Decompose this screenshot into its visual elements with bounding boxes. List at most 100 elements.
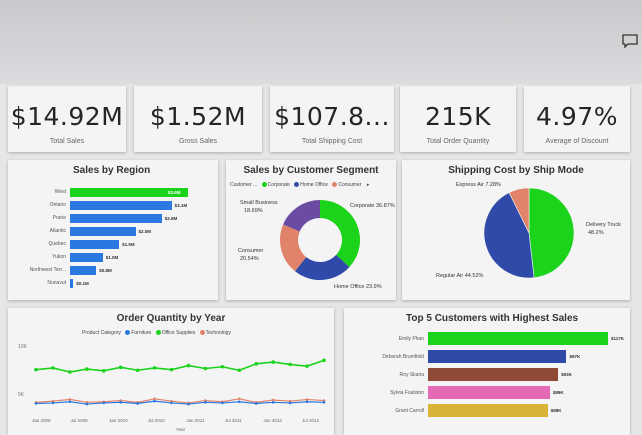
series-point[interactable] [204,401,207,404]
top5-bar-row[interactable]: Emily Phan $117K [399,332,624,345]
series-point[interactable] [254,362,259,366]
region-bar-row[interactable]: Northwest Terr... $0.8M [30,266,188,275]
series-point[interactable] [322,358,326,363]
region-bar[interactable] [70,253,103,262]
top5-bar-row[interactable]: Grant Carroll $88K [395,404,608,417]
region-bar-row[interactable]: Yukon $1.0M [52,253,188,262]
top5-bar-row[interactable]: Deborah Brumfield $97K [382,350,608,363]
series-point[interactable] [203,366,208,371]
series-point[interactable] [237,400,241,404]
top5-bar[interactable] [428,386,550,399]
series-point[interactable] [237,397,241,401]
kpi-card-gross-sales[interactable]: $1.52M Gross Sales [134,86,262,152]
kpi-card-discount[interactable]: 4.97% Average of Discount [524,86,630,152]
series-point[interactable] [118,365,123,370]
region-bar[interactable] [70,266,97,275]
series-point[interactable] [170,401,173,405]
ship-slice-delivery-truck[interactable] [528,187,575,279]
legend-dot-home-office [294,182,300,188]
series-point[interactable] [254,402,258,405]
legend-more-icon[interactable]: ▸ [367,182,370,188]
series-point[interactable] [237,368,242,373]
region-bar-row[interactable]: Ontario $3.1M [50,201,188,210]
series-point[interactable] [220,364,225,369]
series-point[interactable] [136,402,139,405]
series-point[interactable] [169,367,174,372]
kpi-card-order-quantity[interactable]: 215K Total Order Quantity [400,86,516,152]
series-point[interactable] [153,397,156,401]
region-bar-row[interactable]: Prarie $2.8M [53,214,188,223]
comment-icon[interactable] [622,34,638,48]
kpi-card-shipping-cost[interactable]: $107.8... Total Shipping Cost [270,86,394,152]
series-point[interactable] [101,369,106,373]
series-point[interactable] [34,402,38,405]
series-point[interactable] [153,399,156,403]
legend-dot-furniture [125,330,131,336]
region-bar-row[interactable]: Atlantic $2.0M [50,227,188,236]
series-point[interactable] [51,366,55,370]
top5-bar[interactable] [428,332,608,345]
segment-slice-small-business[interactable] [283,200,320,232]
series-point[interactable] [271,401,275,404]
region-bar-label: Quebec [48,241,66,247]
kpi-card-total-sales[interactable]: $14.92M Total Sales [8,86,126,152]
label-regular-air: Regular Air 44.52% [436,273,484,279]
x-tick-label: Jul 2012 [302,418,320,423]
region-bar[interactable] [70,279,74,288]
region-bar[interactable] [70,214,162,223]
top5-bar-row[interactable]: Roy Skaria $93K [400,368,608,381]
series-point[interactable] [271,360,275,364]
top5-bar-label: Roy Skaria [399,372,424,378]
series-point[interactable] [85,402,89,406]
series-point[interactable] [68,398,72,401]
sales-by-region-card[interactable]: Sales by Region West $3.6M Ontario $3.1M Pra… [8,160,218,300]
legend-home-office: Home Office [300,182,328,188]
top5-bar-value: $93K [561,372,572,377]
region-bar-row[interactable]: West $3.6M [55,188,188,197]
region-bar-value: $1.5M [122,242,135,247]
series-point[interactable] [135,368,140,373]
x-tick-label: Jan 2010 [109,418,128,423]
region-bar-row[interactable]: Quebec $1.5M [48,240,188,249]
series-point[interactable] [34,367,38,372]
top5-customers-card[interactable]: Top 5 Customers with Highest Sales Emily… [344,308,630,435]
segment-slice-corporate[interactable] [320,200,360,268]
series-line-office-supplies[interactable] [35,359,325,373]
kpi-label: Total Order Quantity [426,138,490,145]
series-point[interactable] [305,364,309,368]
card-title: Sales by Region [73,165,151,176]
ship-mode-card[interactable]: Shipping Cost by Ship Mode Express Air 7… [402,160,630,300]
series-point[interactable] [51,401,55,405]
x-tick-label: Jan 2009 [32,418,51,423]
region-bar-row[interactable]: Nunavut $0.1M [47,279,188,288]
order-quantity-card[interactable]: Order Quantity by Year Product Category … [8,308,334,435]
series-point[interactable] [322,401,326,404]
series-point[interactable] [305,400,309,404]
series-point[interactable] [288,401,292,405]
series-point[interactable] [85,367,89,371]
series-point[interactable] [102,401,106,405]
top5-bar[interactable] [428,368,559,381]
series-point[interactable] [119,401,123,404]
top5-bar-row[interactable]: Sylvia Foulston $89K [390,386,608,399]
region-bar[interactable] [70,240,120,249]
series-point[interactable] [152,366,157,370]
series-point[interactable] [271,398,275,402]
region-bar[interactable] [70,227,136,236]
series-point[interactable] [305,398,309,401]
series-point[interactable] [186,363,191,368]
series-point[interactable] [187,402,190,406]
customer-segment-card[interactable]: Sales by Customer Segment Customer ... C… [226,160,396,300]
series-point[interactable] [68,370,72,374]
label-corporate: Corporate 36.87% [350,203,395,209]
series-point[interactable] [221,401,224,405]
x-tick-label: Jan 2012 [263,418,282,423]
legend-consumer: Consumer [338,182,362,188]
series-point[interactable] [68,400,72,404]
series-point[interactable] [288,362,292,367]
top5-bar[interactable] [428,404,548,417]
label-home-office: Home Office 23.9% [334,284,382,290]
x-tick-label: Jul 2010 [147,418,165,423]
region-bar[interactable] [70,201,172,210]
top5-bar[interactable] [428,350,567,363]
